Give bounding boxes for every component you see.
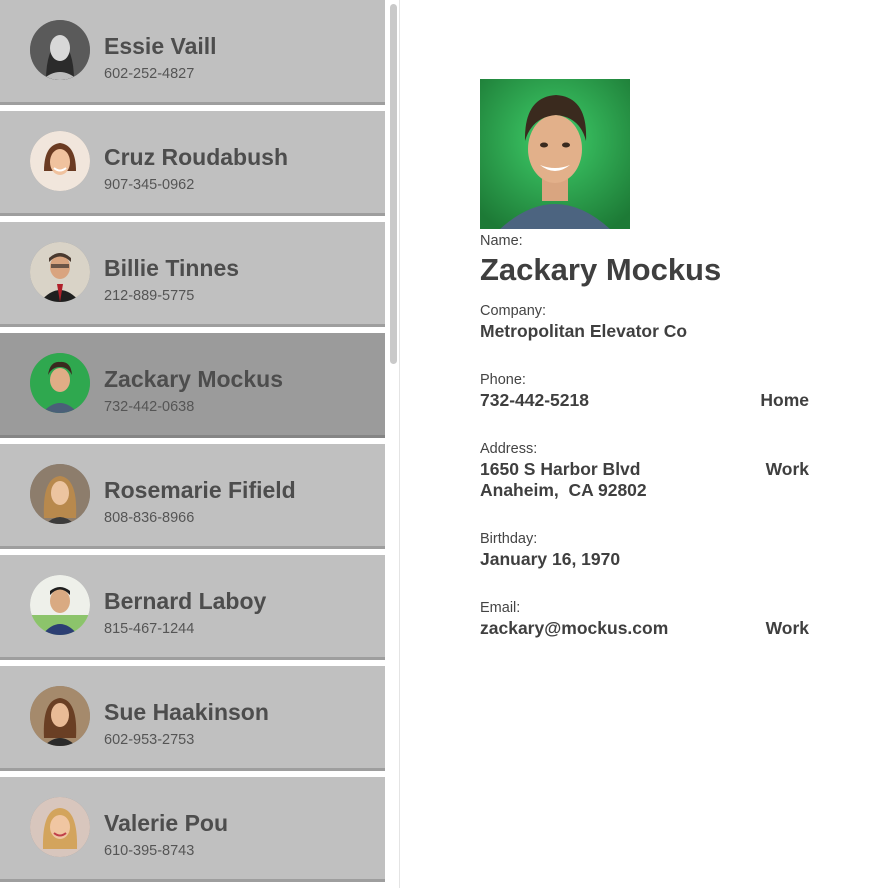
contact-photo [480,79,630,229]
contact-list: Essie Vaill 602-252-4827 Cruz Roudabush … [0,0,386,888]
contact-avatar [30,686,90,746]
contact-phone: 808-836-8966 [104,510,195,526]
contact-name: Zackary Mockus [104,366,283,392]
birthday-label: Birthday: [480,531,538,547]
contact-row[interactable]: Bernard Laboy 815-467-1244 [0,555,385,660]
address-line1: 1650 S Harbor Blvd [480,459,641,479]
contact-avatar [30,242,90,302]
contact-name: Valerie Pou [104,810,229,836]
contact-row[interactable]: Sue Haakinson 602-953-2753 [0,666,385,771]
email-label: Email: [480,600,521,616]
contact-phone: 610-395-8743 [104,843,195,859]
contact-row[interactable]: Billie Tinnes 212-889-5775 [0,222,385,327]
contact-row[interactable]: Rosemarie Fifield 808-836-8966 [0,444,385,549]
contact-avatar [30,353,90,413]
contact-phone: 907-345-0962 [104,177,195,193]
address-label: Address: [480,441,538,457]
contact-name: Essie Vaill [104,33,217,59]
contact-row[interactable]: Essie Vaill 602-252-4827 [0,0,385,105]
phone-value[interactable]: 732-442-5218 [480,390,589,411]
birthday-value: January 16, 1970 [480,549,621,569]
name-label: Name: [480,233,523,249]
contact-avatar [30,797,90,857]
contact-phone: 602-953-2753 [104,732,195,748]
phone-type: Home [760,390,809,410]
company-value: Metropolitan Elevator Co [480,321,688,341]
contact-row[interactable]: Cruz Roudabush 907-345-0962 [0,111,385,216]
contact-phone: 602-252-4827 [104,66,195,82]
email-type: Work [765,618,809,638]
contact-avatar [30,575,90,635]
contact-detail: Name: Zackary Mockus Company: Metropolit… [400,0,888,888]
contact-name: Rosemarie Fifield [104,477,296,503]
email-value[interactable]: zackary@mockus.com [480,618,668,639]
contact-avatar [30,464,90,524]
contact-full-name: Zackary Mockus [480,252,722,287]
contact-avatar [30,20,90,80]
contact-avatar [30,131,90,191]
contact-name: Cruz Roudabush [104,144,288,170]
address-line2: Anaheim, CA 92802 [480,480,647,500]
contact-name: Bernard Laboy [104,588,267,614]
contact-row[interactable]: Valerie Pou 610-395-8743 [0,777,385,882]
contact-row-selected[interactable]: Zackary Mockus 732-442-0638 [0,333,385,438]
contact-phone: 212-889-5775 [104,288,195,304]
company-label: Company: [480,303,547,319]
contact-phone: 732-442-0638 [104,399,195,415]
contact-name: Sue Haakinson [104,699,269,725]
contact-name: Billie Tinnes [104,255,240,281]
phone-label: Phone: [480,372,526,388]
list-scrollbar-thumb[interactable] [390,4,397,364]
address-type: Work [765,459,809,479]
contact-phone: 815-467-1244 [104,621,195,637]
